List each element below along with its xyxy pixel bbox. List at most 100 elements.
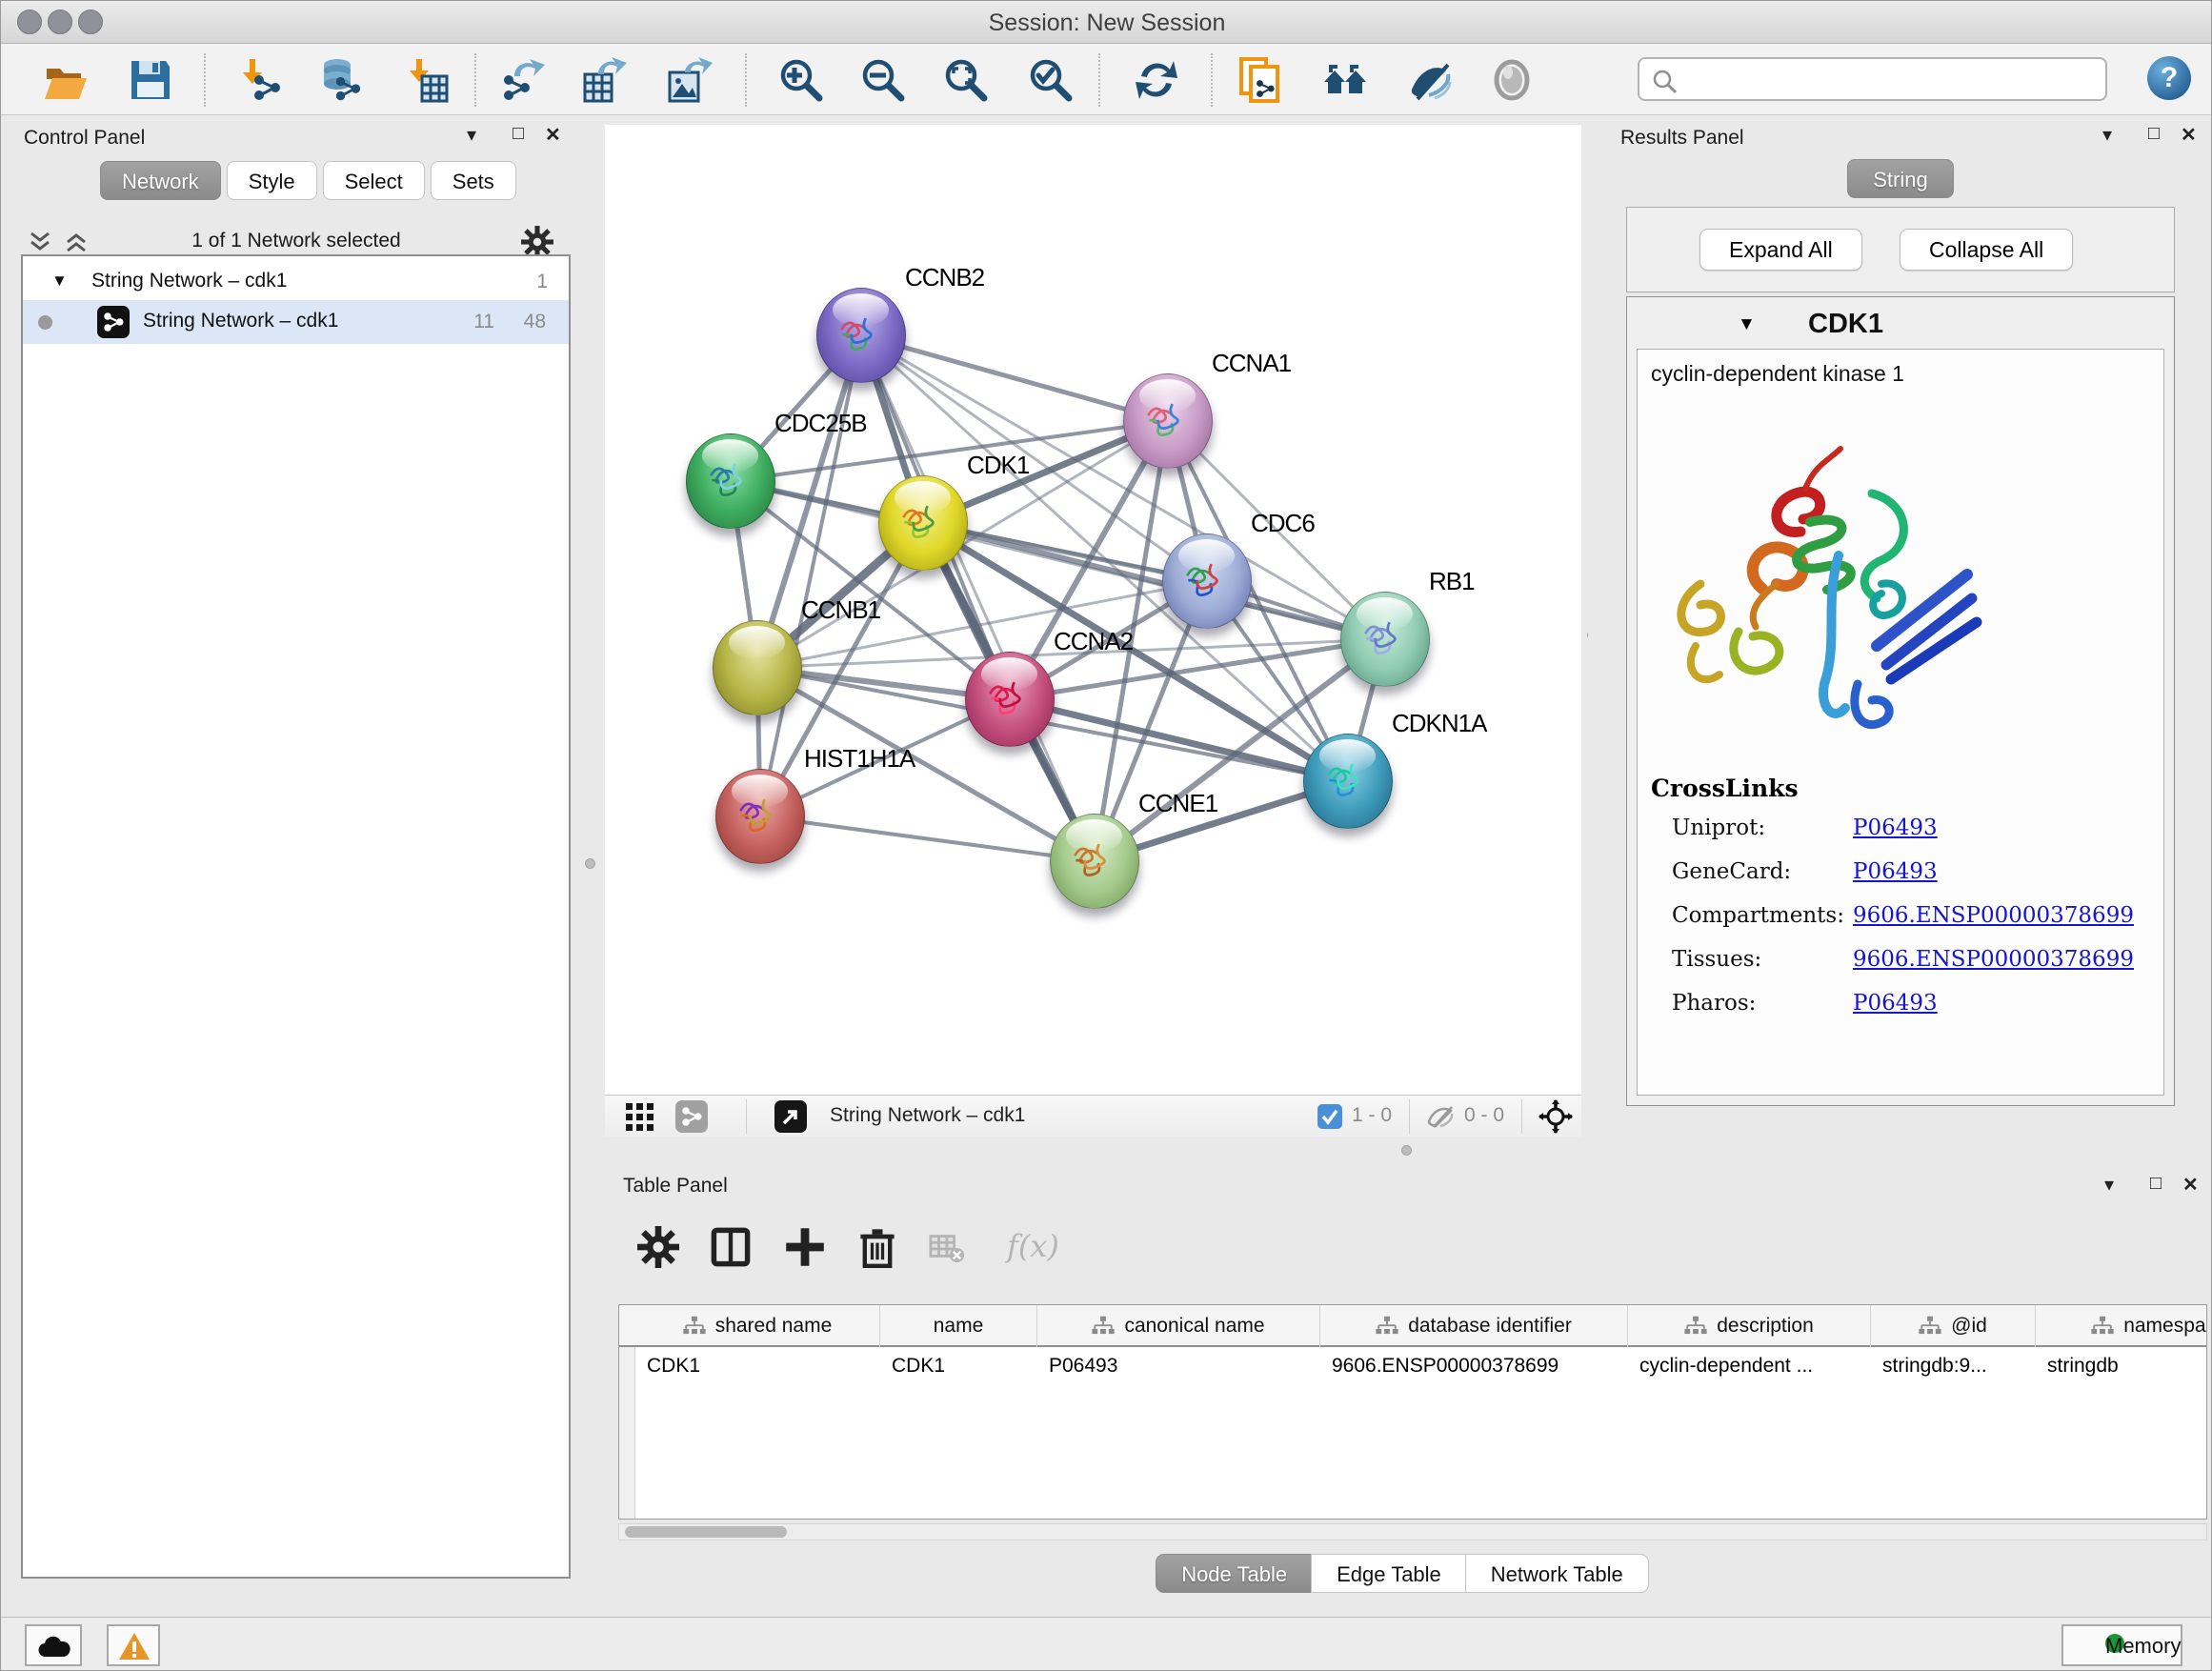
export-table-icon[interactable] xyxy=(583,57,629,103)
column-header-shared-name[interactable]: shared name xyxy=(635,1305,880,1347)
tab-select[interactable]: Select xyxy=(323,161,425,200)
node-CCNB1[interactable] xyxy=(713,620,802,715)
node-CDC25B[interactable] xyxy=(686,433,775,529)
selected-checkbox-icon[interactable] xyxy=(1317,1104,1342,1129)
cell-namespace[interactable]: stringdb xyxy=(2041,1355,2207,1393)
help-button[interactable]: ? xyxy=(2147,56,2191,100)
node-CCNA1[interactable] xyxy=(1123,373,1213,469)
close-panel-icon[interactable]: ✕ xyxy=(2182,1173,2199,1197)
scrollbar-thumb[interactable] xyxy=(625,1526,787,1538)
tab-edge-table[interactable]: Edge Table xyxy=(1311,1554,1467,1593)
crosslink-link[interactable]: P06493 xyxy=(1853,859,1938,884)
node-CCNE1[interactable] xyxy=(1050,814,1139,909)
horizontal-splitter-handle[interactable] xyxy=(1401,1145,1412,1156)
open-session-icon[interactable] xyxy=(43,57,89,103)
zoom-in-icon[interactable] xyxy=(778,57,824,103)
cell-database-identifier[interactable]: 9606.ENSP00000378699 xyxy=(1326,1355,1626,1393)
network-row[interactable]: String Network – cdk1 11 48 xyxy=(23,300,569,344)
import-network-file-icon[interactable] xyxy=(236,57,282,103)
cell-name[interactable]: CDK1 xyxy=(886,1355,1036,1393)
zoom-fit-icon[interactable] xyxy=(943,57,989,103)
node-CCNA2[interactable] xyxy=(965,652,1055,747)
tab-network[interactable]: Network xyxy=(100,161,221,200)
cell-description[interactable]: cyclin-dependent ... xyxy=(1634,1355,1869,1393)
search-input[interactable] xyxy=(1638,57,2107,101)
show-all-icon[interactable] xyxy=(1489,57,1535,103)
node-label-RB1: RB1 xyxy=(1429,567,1475,596)
table-panel: Table Panel ▾ □ ✕ xyxy=(592,1165,2212,1617)
float-panel-icon[interactable]: ▾ xyxy=(467,123,476,147)
crosslink-row: Uniprot:P06493 xyxy=(1651,815,1799,846)
node-CCNB2[interactable] xyxy=(816,288,906,383)
column-header-@id[interactable]: @id xyxy=(1871,1305,2036,1347)
zoom-out-icon[interactable] xyxy=(860,57,906,103)
tab-string[interactable]: String xyxy=(1847,159,1953,198)
export-image-icon[interactable] xyxy=(668,57,714,103)
maximize-panel-icon[interactable]: □ xyxy=(2150,1173,2162,1195)
show-columns-icon[interactable] xyxy=(710,1226,752,1268)
import-table-file-icon[interactable] xyxy=(403,57,449,103)
network-options-gear-icon[interactable] xyxy=(521,226,553,258)
delete-column-icon[interactable] xyxy=(856,1226,898,1268)
expand-all-button[interactable]: Expand All xyxy=(1699,229,1862,271)
birds-eye-view-icon[interactable] xyxy=(774,1100,807,1133)
cell-shared-name[interactable]: CDK1 xyxy=(641,1355,878,1393)
title-bar: Session: New Session xyxy=(1,1,2212,44)
node-label-HIST1H1A: HIST1H1A xyxy=(804,744,915,774)
close-panel-icon[interactable]: ✕ xyxy=(545,123,561,147)
column-header-canonical-name[interactable]: canonical name xyxy=(1037,1305,1320,1347)
cell-@id[interactable]: stringdb:9... xyxy=(1877,1355,2034,1393)
collapse-all-button[interactable]: Collapse All xyxy=(1900,229,2073,271)
save-session-icon[interactable] xyxy=(128,57,173,103)
cloud-button[interactable] xyxy=(25,1624,82,1666)
warnings-button[interactable] xyxy=(107,1624,160,1666)
table-options-gear-icon[interactable] xyxy=(637,1226,679,1268)
network-view-icon[interactable] xyxy=(675,1100,708,1133)
float-panel-icon[interactable]: ▾ xyxy=(2104,1173,2114,1197)
grid-view-icon[interactable] xyxy=(626,1103,654,1132)
node-HIST1H1A[interactable] xyxy=(715,769,805,864)
edge-CCNB2-CCNE1[interactable] xyxy=(861,335,1095,861)
maximize-panel-icon[interactable]: □ xyxy=(2148,123,2160,145)
create-column-icon[interactable] xyxy=(784,1226,826,1268)
export-network-icon[interactable] xyxy=(501,57,547,103)
column-header-namespace[interactable]: namespace xyxy=(2036,1305,2207,1347)
column-header-name[interactable]: name xyxy=(880,1305,1037,1347)
column-header-description[interactable]: description xyxy=(1628,1305,1871,1347)
network-collection-row[interactable]: ▼ String Network – cdk1 1 xyxy=(23,260,569,304)
crosslink-link[interactable]: P06493 xyxy=(1853,991,1938,1016)
column-header-database-identifier[interactable]: database identifier xyxy=(1320,1305,1628,1347)
maximize-panel-icon[interactable]: □ xyxy=(513,123,524,145)
edge-HIST1H1A-CCNE1[interactable] xyxy=(760,816,1095,861)
network-canvas[interactable]: CCNB2CCNA1CDC25BCDK1CDC6RB1CCNB1CCNA2CDK… xyxy=(605,125,1581,1095)
tab-style[interactable]: Style xyxy=(227,161,317,200)
node-CDKN1A[interactable] xyxy=(1303,734,1393,829)
node-CDK1[interactable] xyxy=(878,475,968,571)
crosslink-link[interactable]: P06493 xyxy=(1853,815,1938,840)
table-horizontal-scrollbar[interactable] xyxy=(618,1523,2207,1540)
fit-selected-crosshair-icon[interactable] xyxy=(1538,1099,1573,1134)
first-neighbors-icon[interactable] xyxy=(1322,57,1368,103)
node-table[interactable]: shared namenamecanonical namedatabase id… xyxy=(618,1304,2207,1520)
update-network-icon[interactable] xyxy=(1134,57,1179,103)
node-CDC6[interactable] xyxy=(1162,534,1252,629)
tab-sets[interactable]: Sets xyxy=(431,161,516,200)
zoom-selected-icon[interactable] xyxy=(1028,57,1074,103)
float-panel-icon[interactable]: ▾ xyxy=(2102,123,2112,147)
collection-expand-icon[interactable]: ▼ xyxy=(51,272,68,291)
entry-collapse-icon[interactable]: ▼ xyxy=(1738,314,1756,335)
network-selection-status: 1 of 1 Network selected xyxy=(1,230,592,252)
cell-canonical-name[interactable]: P06493 xyxy=(1043,1355,1318,1393)
warning-icon xyxy=(118,1632,151,1661)
duplicate-network-icon[interactable] xyxy=(1237,57,1283,103)
memory-button[interactable]: Memory xyxy=(2061,1624,2182,1666)
hide-selected-icon[interactable] xyxy=(1406,57,1452,103)
tab-network-table[interactable]: Network Table xyxy=(1465,1554,1649,1593)
left-splitter-handle[interactable] xyxy=(585,858,595,869)
tab-node-table[interactable]: Node Table xyxy=(1156,1554,1313,1593)
crosslink-link[interactable]: 9606.ENSP00000378699 xyxy=(1853,947,2134,972)
import-network-database-icon[interactable] xyxy=(316,57,362,103)
crosslink-link[interactable]: 9606.ENSP00000378699 xyxy=(1853,903,2134,928)
node-RB1[interactable] xyxy=(1340,592,1430,687)
close-panel-icon[interactable]: ✕ xyxy=(2181,123,2197,147)
